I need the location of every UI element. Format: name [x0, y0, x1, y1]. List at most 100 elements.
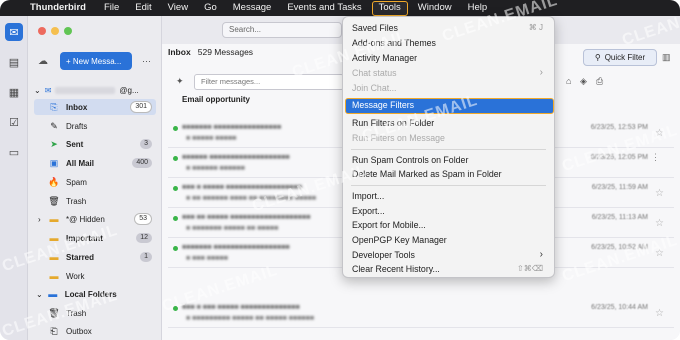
menu-go[interactable]: Go [196, 0, 225, 16]
menu-item-addons-themes[interactable]: Add-ons and Themes [352, 36, 545, 50]
unread-dot [173, 306, 178, 311]
app-window: Thunderbird File Edit View Go Message Ev… [0, 0, 680, 340]
menu-app-name[interactable]: Thunderbird [26, 0, 96, 16]
menu-item-label: Clear Recent History... [352, 264, 440, 274]
quick-filter-button[interactable]: ⚲ Quick Filter [583, 49, 657, 66]
local-folders-header[interactable]: ⌄ ▬ Local Folders [36, 286, 152, 302]
account-header[interactable]: ⌄ ✉ @g... [34, 86, 139, 95]
menu-item-message-filters[interactable]: Message Filters [345, 98, 554, 114]
message-date: 6/23/25, 11:13 AM [591, 214, 648, 221]
menu-events-tasks[interactable]: Events and Tasks [279, 0, 369, 16]
folder-work[interactable]: ▬ Work [48, 268, 152, 284]
star-icon[interactable]: ☆ [655, 128, 664, 139]
message-preview-blurred: ■ ■■■■■■■■■ ■■■■■ ■■ ■■■■■ ■■■■■■ [186, 315, 315, 322]
folder-hidden[interactable]: › ▬ *@ Hidden 53 [38, 211, 152, 227]
message-date: 6/23/25, 12:53 PM [590, 124, 648, 131]
menu-item-join-chat: Join Chat... [352, 83, 397, 93]
unread-dot [173, 156, 178, 161]
menu-item-import[interactable]: Import... [352, 189, 545, 203]
star-icon[interactable]: ☆ [655, 248, 664, 259]
mail-space-icon[interactable]: ✉ [5, 23, 23, 41]
tools-menu: Saved Files ⌘ J Add-ons and Themes Activ… [342, 16, 555, 278]
tasks-icon[interactable]: ☑ [5, 113, 23, 131]
filter-messages-input[interactable]: Filter messages... [194, 74, 344, 90]
menu-item-saved-files[interactable]: Saved Files ⌘ J [352, 21, 545, 35]
folder-trash[interactable]: 🗑 Trash [48, 193, 152, 209]
first-message-subject[interactable]: Email opportunity [182, 95, 250, 104]
spaces-toolbar: ✉ ▤ ▦ ☑ ▭ [0, 16, 28, 340]
folder-icon: ▬ [49, 271, 59, 281]
menu-help[interactable]: Help [460, 0, 496, 16]
menu-item-developer-tools[interactable]: Developer Tools › [352, 248, 545, 262]
layout-icon[interactable]: ▥ [662, 52, 671, 63]
tag-icon[interactable]: ⌂ [566, 76, 571, 86]
zoom-window-button[interactable] [64, 27, 72, 35]
menu-item-export[interactable]: Export... [352, 204, 545, 218]
folder-starred[interactable]: ▬ Starred 1 [48, 249, 152, 265]
close-window-button[interactable] [38, 27, 46, 35]
menu-item-run-filters-folder[interactable]: Run Filters on Folder [352, 116, 545, 130]
folder-all-mail[interactable]: ▣ All Mail 400 [48, 155, 152, 171]
menu-tools[interactable]: Tools [371, 0, 408, 16]
menu-edit[interactable]: Edit [127, 0, 159, 16]
tag-filter-icon[interactable]: ◈ [580, 76, 587, 87]
menu-item-openpgp[interactable]: OpenPGP Key Manager [352, 233, 545, 247]
new-message-button[interactable]: + New Messa... [60, 52, 132, 70]
drafts-icon: ✎ [50, 120, 58, 131]
menubar: Thunderbird File Edit View Go Message Ev… [0, 0, 680, 16]
menu-item-clear-history[interactable]: Clear Recent History... ⇧⌘⌫ [352, 262, 545, 276]
menu-item-label: Chat status [352, 68, 397, 78]
folder-inbox[interactable]: ⎘ Inbox 301 [34, 99, 156, 115]
menu-item-activity-manager[interactable]: Activity Manager [352, 51, 545, 65]
message-preview-blurred: ■ ■■■■■■ ■■■■■■ [186, 165, 245, 172]
star-icon[interactable]: ☆ [655, 218, 664, 229]
chevron-right-icon: › [539, 67, 543, 78]
unread-count: 12 [136, 233, 152, 243]
folder-important[interactable]: ▬ Important 12 [48, 230, 152, 246]
folder-title: Inbox [168, 47, 191, 57]
menu-message[interactable]: Message [225, 0, 280, 16]
menu-item-label: Developer Tools [352, 250, 415, 260]
folder-spam[interactable]: 🔥 Spam [48, 174, 152, 190]
local-folder-trash[interactable]: 🗑 Trash [48, 305, 152, 321]
menu-item-delete-spam[interactable]: Delete Mail Marked as Spam in Folder [352, 167, 545, 181]
unread-count: 301 [130, 101, 152, 113]
message-preview-blurred: ■ ■■■■■ ■■■■■ [186, 135, 237, 142]
folder-sent[interactable]: ➤ Sent 3 [48, 136, 152, 152]
unread-dot [173, 186, 178, 191]
calendar-icon[interactable]: ▦ [5, 83, 23, 101]
unread-count: 1 [140, 252, 152, 262]
get-messages-icon[interactable]: ☁ [38, 56, 48, 67]
local-folders-icon: ▬ [48, 289, 58, 299]
folder-label: *@ Hidden [66, 214, 105, 224]
pin-icon[interactable]: ✦ [176, 76, 184, 87]
address-book-icon[interactable]: ▤ [5, 53, 23, 71]
menu-item-run-spam-controls[interactable]: Run Spam Controls on Folder [352, 153, 545, 167]
more-icon[interactable]: ⋮ [651, 152, 660, 163]
message-sender-blurred: ■■■ ■■ ■■■■■ ■■■■■■■■■■■■■■■■■■■ [182, 214, 311, 221]
table-row[interactable]: ■■■ ■ ■■■ ■■■■■ ■■■■■■■■■■■■■■ ■ ■■■■■■■… [168, 298, 674, 328]
minimize-window-button[interactable] [51, 27, 59, 35]
more-options-icon[interactable]: ⋯ [142, 56, 151, 67]
menu-view[interactable]: View [160, 0, 196, 16]
spam-icon: 🔥 [48, 176, 60, 187]
message-sender-blurred: ■■■ ■ ■■■ ■■■■■ ■■■■■■■■■■■■■■ [182, 304, 300, 311]
folder-drafts[interactable]: ✎ Drafts [48, 118, 152, 134]
star-icon[interactable]: ☆ [655, 308, 664, 319]
menu-window[interactable]: Window [410, 0, 460, 16]
menu-item-run-filters-message: Run Filters on Message [352, 133, 445, 143]
quick-filter-label: Quick Filter [604, 53, 646, 62]
unread-dot [173, 246, 178, 251]
local-folder-outbox[interactable]: ⎗ Outbox [48, 323, 152, 339]
attachment-icon[interactable]: ⎙ [596, 76, 603, 87]
menu-item-export-mobile[interactable]: Export for Mobile... [352, 218, 545, 232]
star-icon[interactable]: ☆ [655, 188, 664, 199]
folder-icon: ▬ [49, 252, 59, 262]
folder-label: Sent [66, 139, 84, 149]
folder-label: Trash [66, 196, 87, 206]
folder-label: Local Folders [64, 289, 117, 299]
menu-file[interactable]: File [96, 0, 127, 16]
global-search-input[interactable]: Search... [222, 22, 342, 38]
chevron-down-icon: ⌄ [34, 86, 41, 95]
chat-icon[interactable]: ▭ [5, 143, 23, 161]
